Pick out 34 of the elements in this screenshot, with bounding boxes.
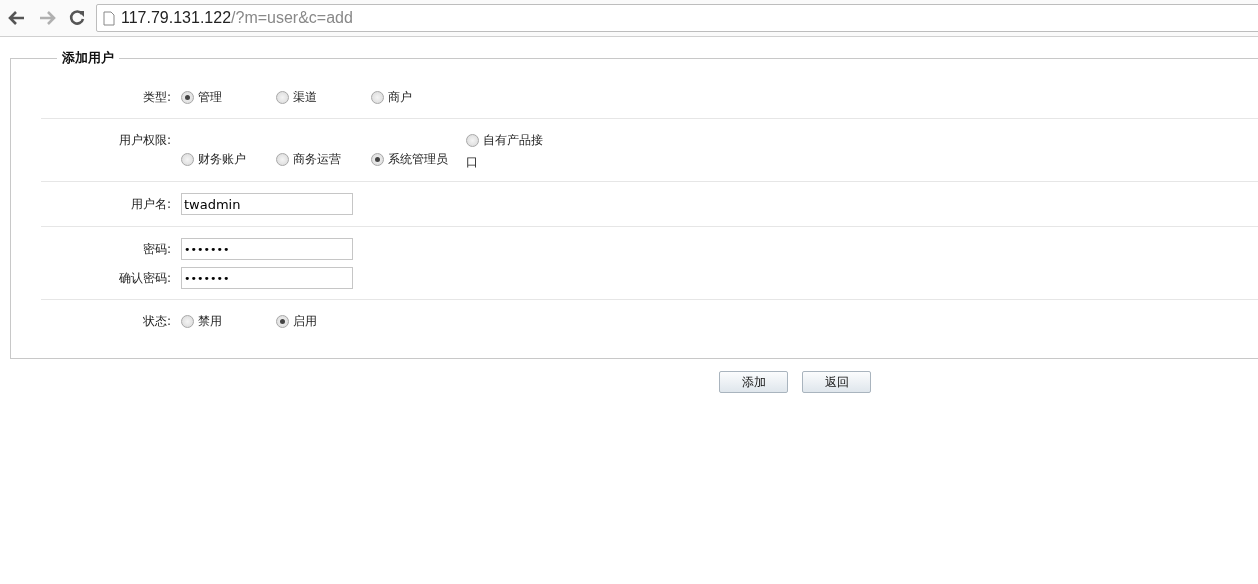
radio-button[interactable] — [181, 315, 194, 328]
radio-button[interactable] — [181, 153, 194, 166]
radio-option[interactable]: 禁用 — [181, 313, 276, 330]
radio-button[interactable] — [371, 91, 384, 104]
url-host: 117.79.131.122 — [121, 9, 232, 27]
radio-button[interactable] — [181, 91, 194, 104]
field-label: 用户权限: — [117, 132, 172, 149]
field-label: 用户名: — [129, 195, 172, 213]
field-label: 确认密码: — [117, 269, 172, 287]
radio-button[interactable] — [466, 134, 479, 147]
radio-option[interactable]: 系统管理员 — [371, 151, 466, 168]
radio-option[interactable]: 管理 — [181, 89, 276, 106]
form-title: 添加用户 — [61, 49, 115, 67]
radio-button[interactable] — [276, 315, 289, 328]
field-label: 类型: — [141, 89, 172, 106]
radio-button[interactable] — [276, 153, 289, 166]
radio-option[interactable]: 渠道 — [276, 89, 371, 106]
radio-option[interactable]: 商户 — [371, 89, 466, 106]
add-button[interactable]: 添加 — [719, 371, 788, 393]
username-field[interactable]: twadmin — [181, 193, 353, 215]
radio-button[interactable] — [371, 153, 384, 166]
radio-button[interactable] — [276, 91, 289, 104]
page-icon — [103, 10, 115, 26]
url-path: /?m=user&c=add — [231, 9, 353, 27]
field-label: 状态: — [141, 313, 172, 330]
radio-option[interactable]: 启用 — [276, 313, 371, 330]
password-field[interactable]: ••••••• — [181, 238, 353, 260]
field-label: 密码: — [141, 240, 172, 258]
back-link-button[interactable]: 返回 — [802, 371, 871, 393]
radio-option[interactable]: 自有产品接口 — [466, 129, 546, 173]
radio-option[interactable]: 商务运营 — [276, 151, 371, 168]
address-bar[interactable]: 117.79.131.122/?m=user&c=add — [96, 4, 1258, 32]
password-field[interactable]: ••••••• — [181, 267, 353, 289]
radio-option[interactable]: 财务账户 — [181, 151, 276, 168]
